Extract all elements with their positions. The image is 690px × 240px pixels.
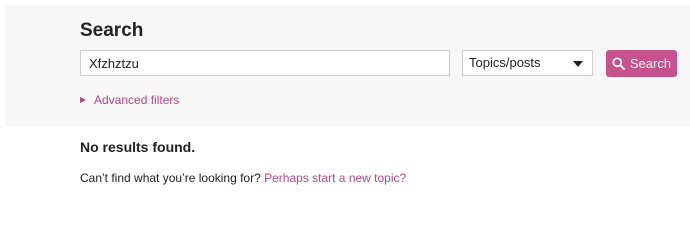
advanced-filters-toggle[interactable]: Advanced filters bbox=[80, 93, 179, 107]
advanced-filters-label: Advanced filters bbox=[94, 93, 180, 107]
help-line: Can’t find what you’re looking for? Perh… bbox=[80, 171, 406, 186]
caret-down-icon bbox=[573, 61, 583, 67]
search-type-selected-value: Topics/posts bbox=[469, 55, 541, 70]
search-type-select[interactable]: Topics/posts bbox=[462, 50, 593, 76]
search-input[interactable] bbox=[80, 50, 450, 76]
triangle-right-icon bbox=[80, 97, 86, 103]
no-results-message: No results found. bbox=[80, 139, 196, 155]
help-prefix: Can’t find what you’re looking for? bbox=[80, 171, 265, 185]
search-button[interactable]: Search bbox=[606, 50, 677, 77]
search-button-label: Search bbox=[629, 56, 672, 71]
search-icon bbox=[612, 57, 625, 70]
search-title: Search bbox=[80, 20, 144, 41]
search-panel: Search Topics/posts Search Advanced filt… bbox=[5, 5, 690, 126]
new-topic-link[interactable]: Perhaps start a new topic? bbox=[264, 171, 406, 185]
